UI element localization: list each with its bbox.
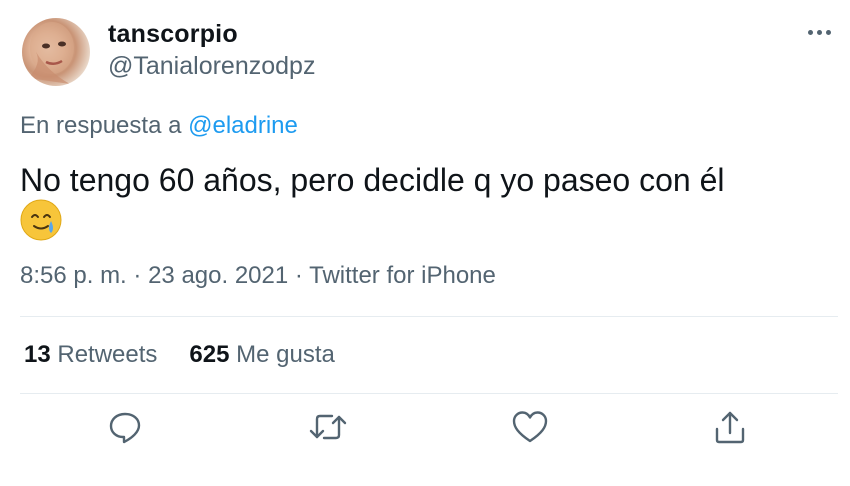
- meta-separator: ·: [294, 262, 303, 289]
- reply-context: En respuesta a @eladrine: [20, 112, 298, 140]
- likes-label: Me gusta: [236, 341, 335, 368]
- divider: [20, 393, 838, 394]
- likes-stat[interactable]: 625 Me gusta: [189, 341, 334, 369]
- reply-mention-link[interactable]: @eladrine: [188, 112, 298, 139]
- tweet-time[interactable]: 8:56 p. m.: [20, 262, 127, 289]
- smiling-face-with-tear-icon: [20, 199, 62, 241]
- retweet-icon[interactable]: [308, 407, 348, 447]
- tweet-stats: 13 Retweets 625 Me gusta: [24, 341, 335, 369]
- avatar[interactable]: [22, 18, 90, 86]
- tweet-meta: 8:56 p. m. · 23 ago. 2021 · Twitter for …: [20, 262, 496, 290]
- display-name[interactable]: tanscorpio: [108, 20, 238, 49]
- user-handle[interactable]: @Tanialorenzodpz: [108, 52, 315, 81]
- meta-separator: ·: [133, 262, 142, 289]
- avatar-image: [28, 22, 74, 84]
- more-options-icon[interactable]: [808, 30, 831, 35]
- reply-icon[interactable]: [105, 407, 145, 447]
- share-icon[interactable]: [710, 407, 750, 447]
- likes-count: 625: [189, 341, 230, 368]
- tweet-source[interactable]: Twitter for iPhone: [309, 262, 496, 289]
- divider: [20, 316, 838, 317]
- tweet-date[interactable]: 23 ago. 2021: [148, 262, 288, 289]
- like-icon[interactable]: [510, 407, 550, 447]
- tweet-text: No tengo 60 años, pero decidle q yo pase…: [20, 162, 725, 198]
- retweets-stat[interactable]: 13 Retweets: [24, 341, 157, 369]
- reply-prefix: En respuesta a: [20, 112, 182, 139]
- retweets-count: 13: [24, 341, 51, 368]
- retweets-label: Retweets: [57, 341, 158, 368]
